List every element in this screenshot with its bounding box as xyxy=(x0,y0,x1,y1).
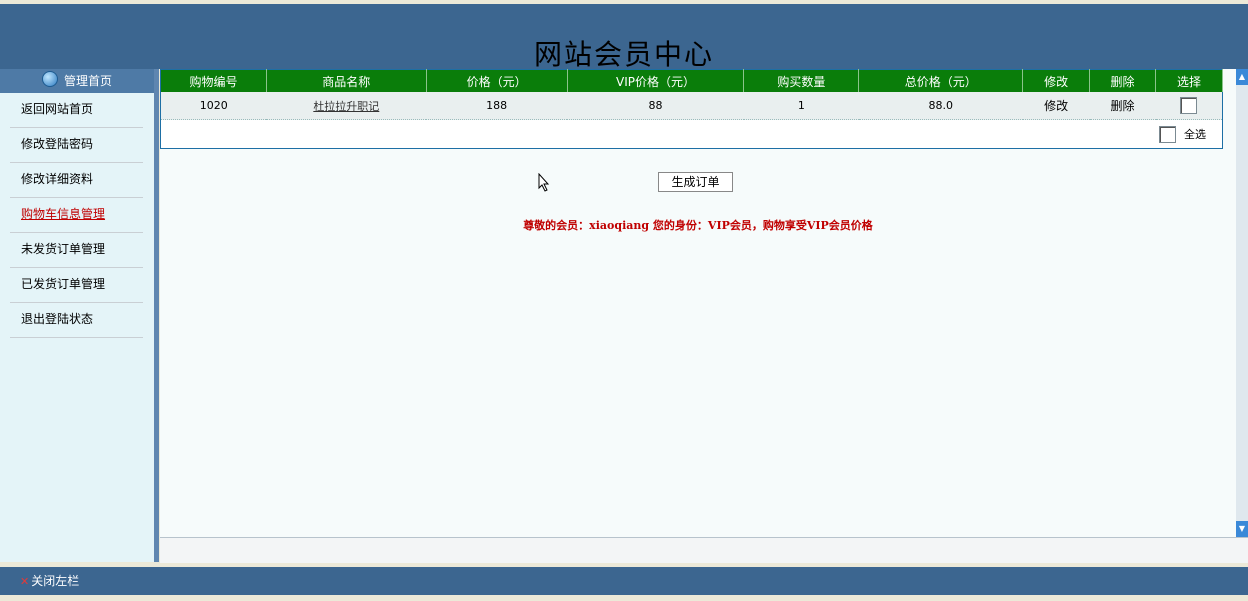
cart-header-row: 购物编号 商品名称 价格（元） VIP价格（元） 购买数量 总价格（元） 修改 … xyxy=(160,69,1223,92)
col-edit: 修改 xyxy=(1022,69,1091,92)
horizontal-scroll-area xyxy=(160,537,1248,563)
select-all-label: 全选 xyxy=(1184,128,1206,141)
sidebar-item-unshipped-orders[interactable]: 未发货订单管理 xyxy=(10,233,143,268)
sidebar-menu: 返回网站首页 修改登陆密码 修改详细资料 购物车信息管理 未发货订单管理 已发货… xyxy=(0,93,154,338)
sidebar-item-shipped-orders[interactable]: 已发货订单管理 xyxy=(10,268,143,303)
scroll-down-icon[interactable]: ▼ xyxy=(1236,521,1248,537)
cell-quantity: 1 xyxy=(743,92,859,120)
status-strip xyxy=(0,595,1248,601)
sidebar-heading-label: 管理首页 xyxy=(63,74,112,88)
col-price: 价格（元） xyxy=(426,69,568,92)
table-footer-row: 全选 xyxy=(161,120,1223,149)
globe-icon xyxy=(41,71,58,87)
member-notice: 尊敬的会员：xiaoqiang 您的身份：VIP会员，购物享受VIP会员价格 xyxy=(523,219,873,232)
scroll-up-icon[interactable]: ▲ xyxy=(1236,69,1248,85)
sidebar-item-edit-profile[interactable]: 修改详细资料 xyxy=(10,163,143,198)
cart-table: 购物编号 商品名称 价格（元） VIP价格（元） 购买数量 总价格（元） 修改 … xyxy=(160,69,1223,149)
cell-price: 188 xyxy=(426,92,568,120)
col-vip-price: VIP价格（元） xyxy=(567,69,745,92)
close-icon: ✕ xyxy=(20,575,30,588)
page-header: 网站会员中心 xyxy=(0,4,1248,71)
table-row: 1020 杜拉拉升职记 188 88 1 88.0 修改 删除 xyxy=(160,92,1223,120)
cell-select xyxy=(1155,92,1223,120)
mouse-cursor-icon xyxy=(538,173,550,192)
sidebar-heading[interactable]: 管理首页 xyxy=(0,69,154,93)
col-total: 总价格（元） xyxy=(858,69,1024,92)
cell-total: 88.0 xyxy=(858,92,1023,120)
sidebar-item-home[interactable]: 返回网站首页 xyxy=(10,93,143,128)
select-all[interactable]: 全选 xyxy=(1151,125,1206,143)
row-select-checkbox[interactable] xyxy=(1180,97,1198,114)
sidebar-item-cart[interactable]: 购物车信息管理 xyxy=(10,198,143,233)
sidebar-item-logout[interactable]: 退出登陆状态 xyxy=(10,303,143,338)
delete-link[interactable]: 删除 xyxy=(1089,92,1156,120)
product-link[interactable]: 杜拉拉升职记 xyxy=(313,100,379,113)
cell-vip-price: 88 xyxy=(567,92,744,120)
cell-product-name: 杜拉拉升职记 xyxy=(266,92,427,120)
page-footer: ✕ 关闭左栏 xyxy=(0,567,1248,595)
sidebar-splitter[interactable] xyxy=(154,69,159,562)
col-delete: 删除 xyxy=(1089,69,1156,92)
col-quantity: 购买数量 xyxy=(743,69,860,92)
close-left-panel-label: 关闭左栏 xyxy=(31,574,80,588)
select-all-cell: 全选 xyxy=(161,120,1223,149)
col-select: 选择 xyxy=(1155,69,1223,92)
main-content: 购物编号 商品名称 价格（元） VIP价格（元） 购买数量 总价格（元） 修改 … xyxy=(160,69,1236,537)
col-product-name: 商品名称 xyxy=(266,69,427,92)
sidebar-item-change-password[interactable]: 修改登陆密码 xyxy=(10,128,143,163)
vertical-scrollbar[interactable]: ▲ ▼ xyxy=(1236,69,1248,537)
cell-order-id: 1020 xyxy=(160,92,267,120)
generate-order-button[interactable]: 生成订单 xyxy=(658,172,733,192)
page-title: 网站会员中心 xyxy=(533,38,714,71)
edit-link[interactable]: 修改 xyxy=(1022,92,1090,120)
close-left-panel-button[interactable]: ✕ 关闭左栏 xyxy=(20,574,79,588)
col-order-id: 购物编号 xyxy=(160,69,267,92)
select-all-checkbox[interactable] xyxy=(1159,125,1176,143)
sidebar: 管理首页 返回网站首页 修改登陆密码 修改详细资料 购物车信息管理 未发货订单管… xyxy=(0,69,155,562)
